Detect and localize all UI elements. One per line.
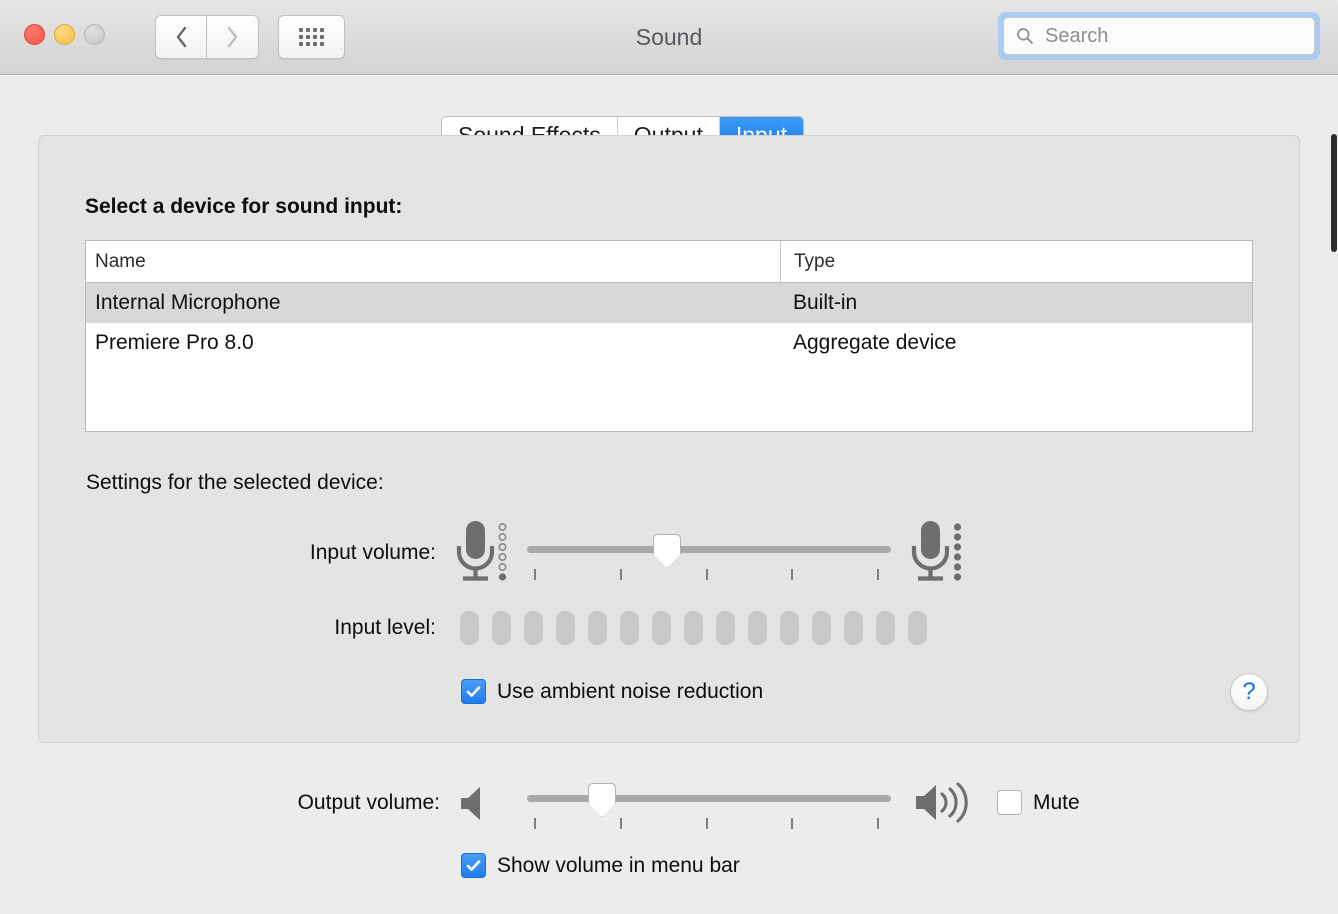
window-title-bar: Sound: [0, 0, 1338, 75]
settings-heading: Settings for the selected device:: [86, 471, 384, 494]
window-scrollbar[interactable]: [1331, 76, 1338, 914]
microphone-high-icon: [911, 521, 962, 581]
show-volume-checkbox-row[interactable]: Show volume in menu bar: [461, 853, 740, 878]
mute-label: Mute: [1033, 790, 1080, 814]
output-volume-track[interactable]: [527, 795, 891, 802]
level-segment: [524, 611, 543, 645]
level-segment: [588, 611, 607, 645]
show-volume-label: Show volume in menu bar: [497, 853, 740, 877]
input-settings-panel: [38, 135, 1300, 743]
search-field-focus-ring: [998, 12, 1320, 60]
table-row[interactable]: Internal Microphone Built-in: [86, 283, 1252, 323]
noise-reduction-checkbox-row[interactable]: Use ambient noise reduction: [461, 679, 763, 704]
input-level-label: Input level:: [334, 616, 436, 639]
level-segment: [876, 611, 895, 645]
level-segment: [716, 611, 735, 645]
level-segment: [748, 611, 767, 645]
level-segment: [556, 611, 575, 645]
mute-checkbox-row[interactable]: Mute: [997, 790, 1080, 815]
level-segment: [780, 611, 799, 645]
level-segment: [684, 611, 703, 645]
table-row[interactable]: Premiere Pro 8.0 Aggregate device: [86, 323, 1252, 363]
level-segment: [492, 611, 511, 645]
input-device-table[interactable]: Name Type Internal Microphone Built-in P…: [85, 240, 1253, 432]
input-volume-label: Input volume:: [309, 541, 436, 564]
column-header-name[interactable]: Name: [86, 241, 780, 282]
column-header-type[interactable]: Type: [780, 241, 1252, 282]
level-segment: [460, 611, 479, 645]
level-segment: [844, 611, 863, 645]
microphone-low-icon: [456, 521, 507, 581]
level-segment: [620, 611, 639, 645]
level-segment: [652, 611, 671, 645]
mute-checkbox[interactable]: [997, 790, 1022, 815]
output-volume-label: Output volume:: [297, 791, 440, 814]
level-segment: [908, 611, 927, 645]
device-name: Internal Microphone: [95, 291, 281, 314]
level-segment: [812, 611, 831, 645]
help-button[interactable]: ?: [1230, 673, 1268, 711]
device-type: Built-in: [793, 291, 858, 314]
device-name: Premiere Pro 8.0: [95, 331, 254, 354]
scrollbar-thumb[interactable]: [1331, 134, 1337, 252]
show-volume-checkbox[interactable]: [461, 853, 486, 878]
noise-reduction-label: Use ambient noise reduction: [497, 679, 764, 703]
checkmark-icon: [466, 860, 481, 871]
search-input[interactable]: [1043, 23, 1297, 49]
search-field[interactable]: [1003, 17, 1315, 55]
input-volume-track[interactable]: [527, 546, 891, 553]
input-level-meter: [460, 611, 927, 645]
device-type: Aggregate device: [793, 331, 957, 354]
device-heading: Select a device for sound input:: [85, 195, 403, 218]
search-icon: [1017, 28, 1033, 44]
table-header-row: Name Type: [86, 241, 1252, 283]
output-volume-thumb[interactable]: [588, 783, 616, 817]
checkmark-icon: [466, 686, 481, 697]
speaker-high-icon: [916, 782, 968, 823]
noise-reduction-checkbox[interactable]: [461, 679, 486, 704]
speaker-low-icon: [461, 787, 480, 820]
